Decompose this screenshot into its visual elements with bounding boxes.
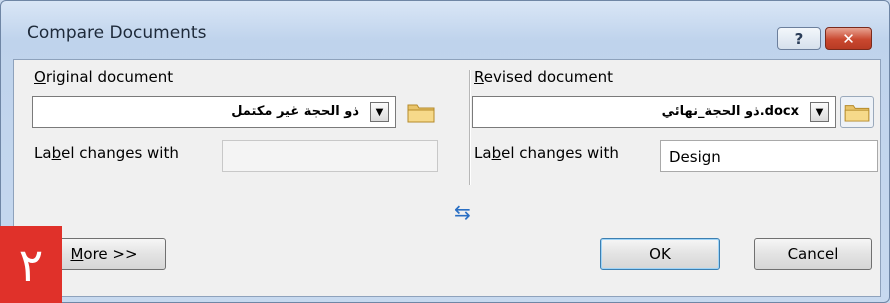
original-label-changes-input[interactable] [222, 140, 438, 172]
chevron-down-icon[interactable]: ▼ [370, 102, 389, 122]
original-document-value: ذو الحجة غير مكتمل [231, 104, 359, 119]
dialog-body: Original document ذو الحجة غير مكتمل ▼ L… [13, 59, 881, 297]
revised-document-heading: Revised document [474, 68, 614, 86]
dialog-title: Compare Documents [27, 23, 207, 43]
browse-revised-button[interactable] [840, 96, 874, 128]
close-button[interactable]: ✕ [825, 27, 872, 50]
close-icon: ✕ [842, 29, 855, 48]
revised-document-value: docx.ذو الحجة_نهائي [661, 104, 799, 119]
chevron-down-icon[interactable]: ▼ [810, 102, 829, 122]
folder-icon [407, 104, 435, 123]
ok-button[interactable]: OK [600, 238, 720, 270]
revised-label-changes-input[interactable]: Design [660, 140, 878, 172]
folder-icon [844, 105, 870, 122]
step-number-badge: ٢ [0, 226, 62, 303]
column-divider [469, 70, 471, 185]
original-document-heading: Original document [34, 68, 174, 86]
cancel-button[interactable]: Cancel [754, 238, 872, 270]
revised-label-changes-label: Label changes with [474, 144, 619, 162]
swap-documents-icon[interactable]: ⇆ [454, 200, 471, 224]
help-button[interactable]: ? [777, 27, 821, 50]
compare-documents-dialog: Compare Documents ? ✕ Original document … [0, 0, 890, 303]
browse-original-button[interactable] [404, 96, 438, 128]
original-label-changes-label: Label changes with [34, 144, 179, 162]
help-icon: ? [794, 29, 804, 48]
title-bar: Compare Documents ? ✕ [1, 1, 889, 50]
original-document-combo[interactable]: ذو الحجة غير مكتمل ▼ [32, 96, 396, 128]
revised-document-combo[interactable]: docx.ذو الحجة_نهائي ▼ [472, 96, 836, 128]
